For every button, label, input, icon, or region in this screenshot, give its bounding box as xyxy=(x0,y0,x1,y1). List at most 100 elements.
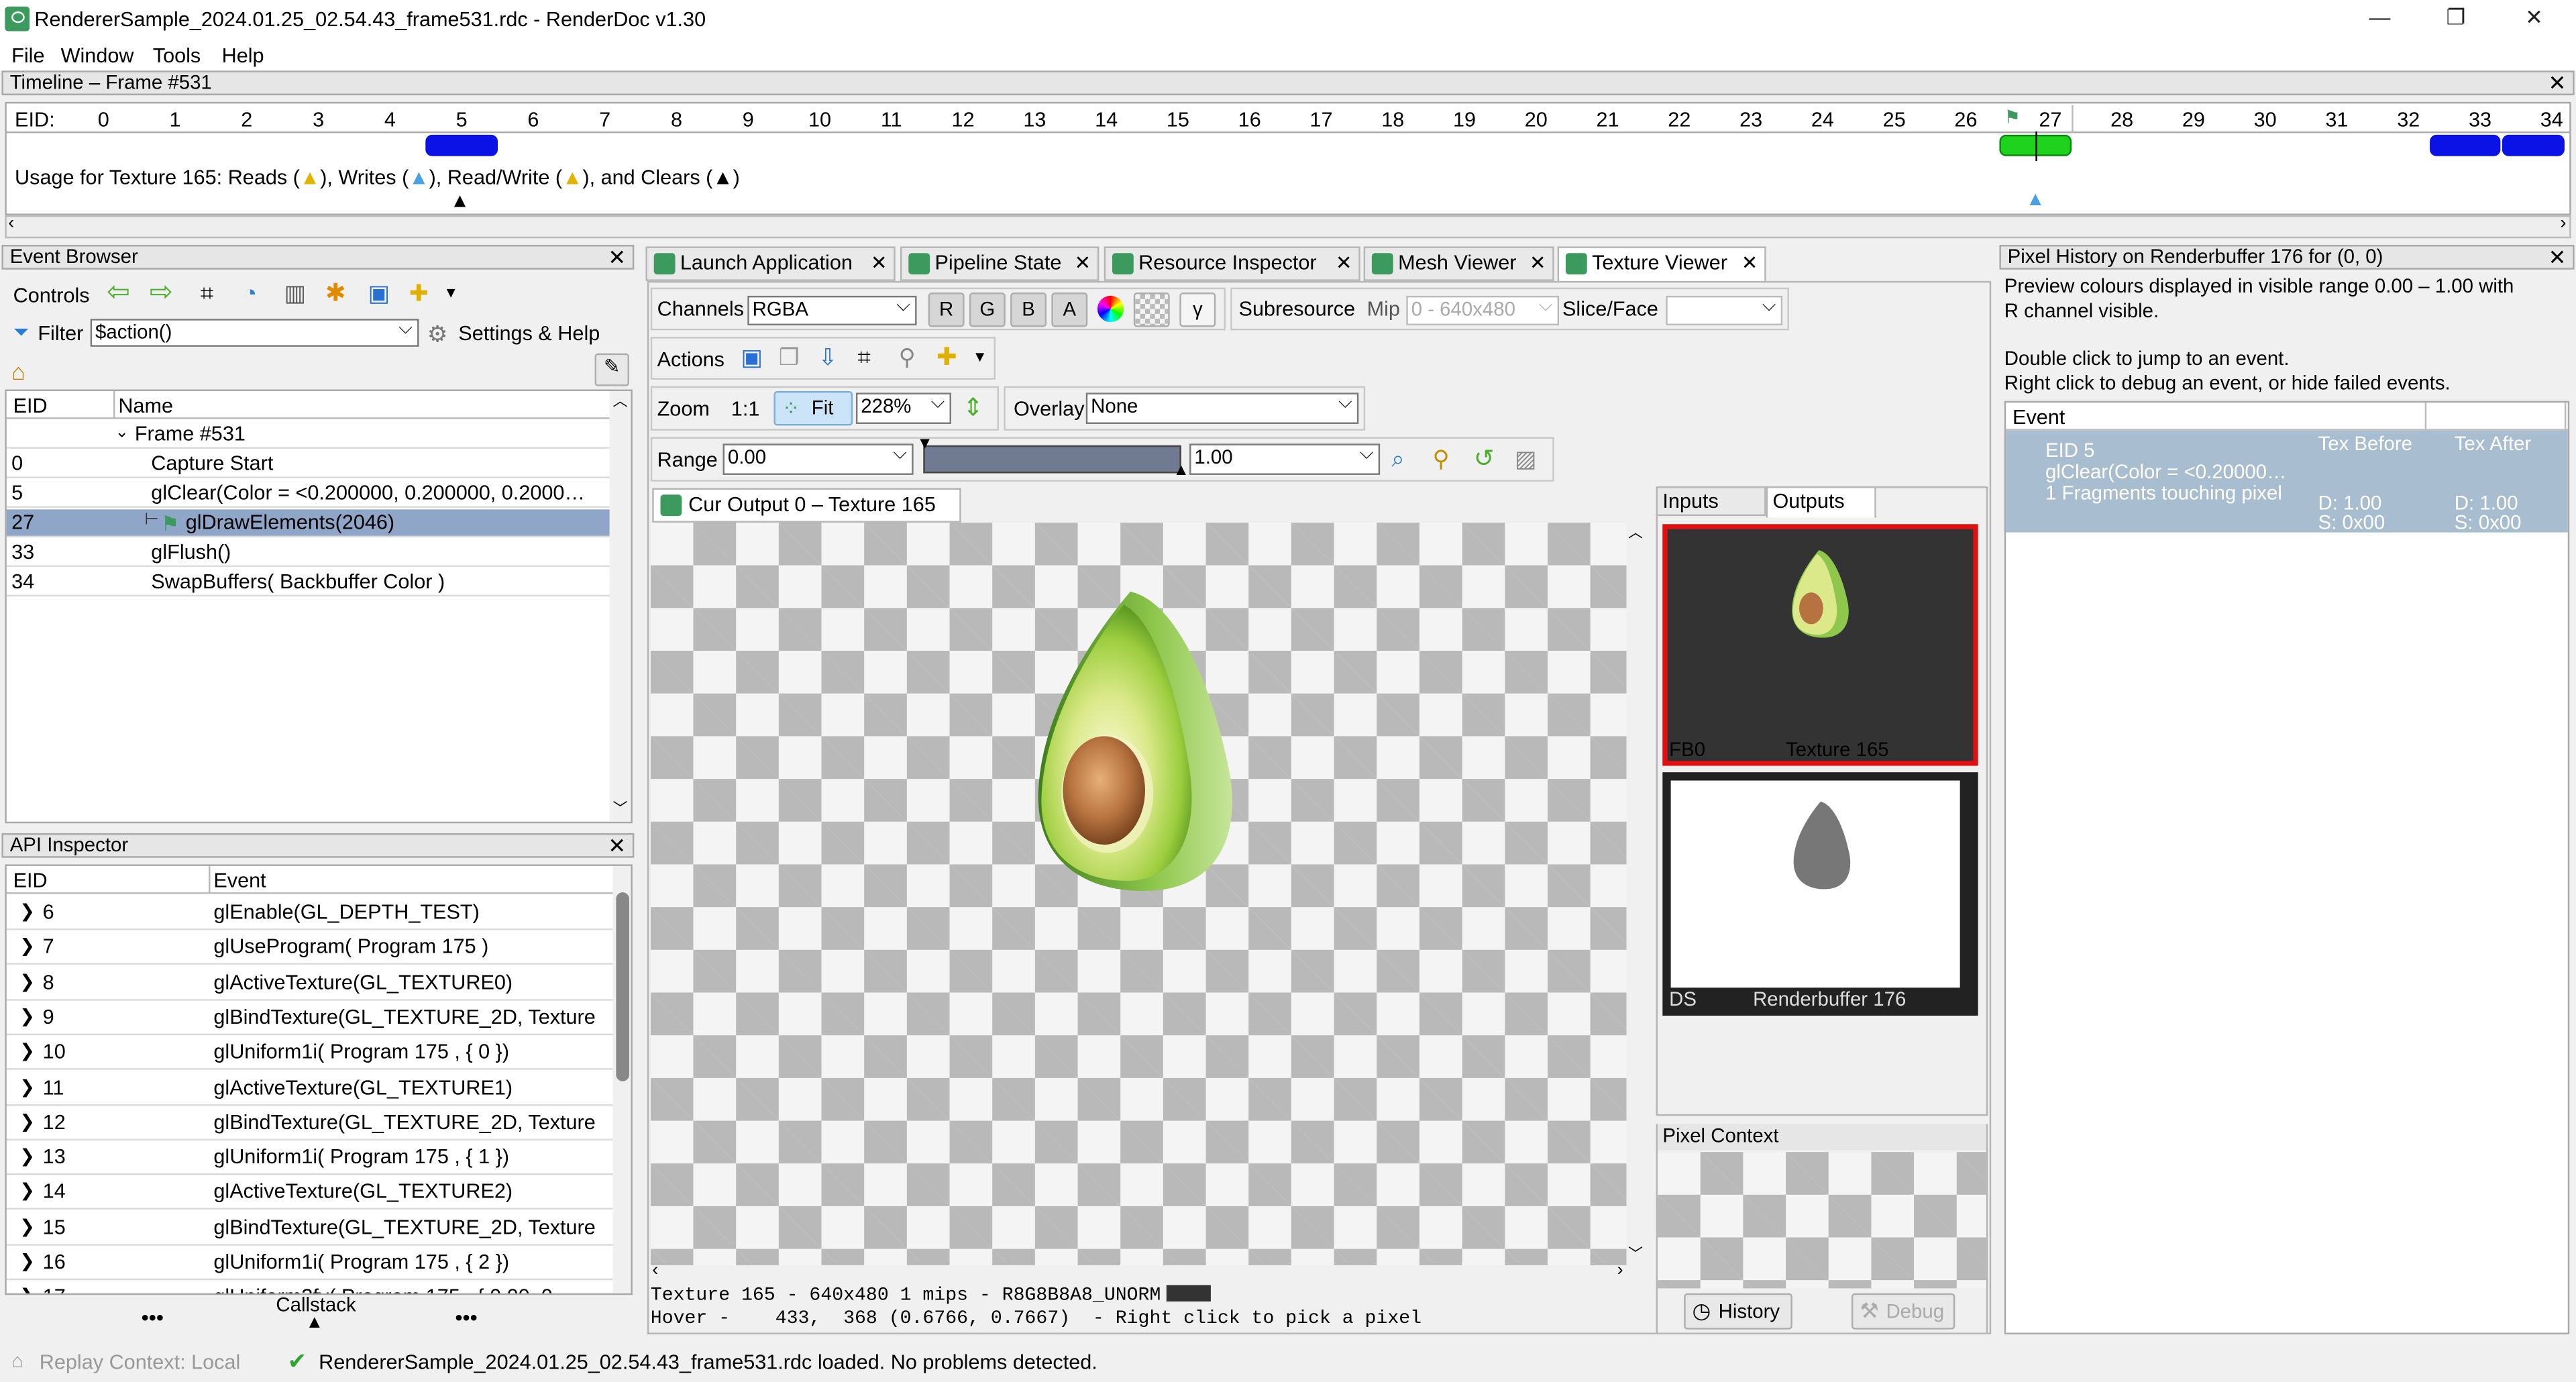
expand-chevron-icon[interactable]: ❯ xyxy=(19,1181,35,1202)
scroll-thumb[interactable] xyxy=(616,892,629,1081)
api-call-row[interactable]: ❯ 10 glUniform1i( Program 175 , { 0 }) xyxy=(6,1036,614,1071)
zoom-select[interactable]: 228% xyxy=(855,391,951,424)
channel-b-button[interactable]: B xyxy=(1010,293,1047,327)
api-call-row[interactable]: ❯ 15 glBindTexture(GL_TEXTURE_2D, Texture xyxy=(6,1211,614,1245)
zoom-range-icon[interactable]: ⌕ xyxy=(1391,445,1404,474)
expand-chevron-icon[interactable]: ⌄ xyxy=(115,424,129,442)
event-row[interactable]: 34 SwapBuffers( Backbuffer Color ) xyxy=(6,569,612,597)
more-dots-left[interactable]: ••• xyxy=(142,1305,164,1330)
col-event[interactable]: Event xyxy=(213,869,266,892)
col-eid[interactable]: EID xyxy=(13,394,48,417)
canvas-vscrollbar[interactable]: ︿ ﹀ xyxy=(1626,522,1646,1266)
timeline-event-marker[interactable] xyxy=(2502,134,2565,156)
autofit-range-icon[interactable]: ⚲ xyxy=(1433,445,1450,474)
histogram-icon[interactable]: ▨ xyxy=(1515,445,1536,474)
pixel-history-list[interactable]: Event EID 5 glClear(Color = <0.20000… 1 … xyxy=(2004,401,2570,1334)
filter-input[interactable]: $action() xyxy=(90,317,419,347)
thumbnail-ds[interactable]: DS Renderbuffer 176 xyxy=(1662,772,1978,1016)
range-min-handle[interactable]: ▼ xyxy=(917,435,933,454)
scroll-down-icon[interactable]: ﹀ xyxy=(1628,1242,1643,1264)
open-texture-icon[interactable]: ⇩ xyxy=(818,343,838,372)
api-inspector-close-icon[interactable]: ✕ xyxy=(608,835,626,856)
history-button[interactable]: ◷ History xyxy=(1684,1293,1792,1330)
timeline-scrollbar[interactable]: ‹ › xyxy=(5,213,2571,239)
event-row-selected[interactable]: 27 ⊢ ⚑ glDrawElements(2046) xyxy=(6,509,612,537)
tab-close-icon[interactable]: ✕ xyxy=(1074,248,1091,280)
col-event[interactable]: Event xyxy=(2012,406,2065,429)
expand-chevron-icon[interactable]: ❯ xyxy=(19,900,35,922)
expand-chevron-icon[interactable]: ❯ xyxy=(19,1216,35,1236)
tab-inputs[interactable]: Inputs xyxy=(1656,486,1766,517)
api-call-row[interactable]: ❯ 9 glBindTexture(GL_TEXTURE_2D, Texture xyxy=(6,1000,614,1035)
scroll-right-icon[interactable]: › xyxy=(2560,213,2566,233)
api-call-row[interactable]: ❯ 12 glBindTexture(GL_TEXTURE_2D, Texture xyxy=(6,1106,614,1140)
statistics-icon[interactable]: ▥ xyxy=(284,279,306,307)
api-call-row[interactable]: ❯ 7 glUseProgram( Program 175 ) xyxy=(6,931,614,965)
range-min-input[interactable]: 0.00 xyxy=(722,442,914,475)
home-icon[interactable]: ⌂ xyxy=(11,358,25,384)
col-eid[interactable]: EID xyxy=(13,869,48,892)
goto-location-icon[interactable]: ⌗ xyxy=(857,343,870,372)
callstack-arrow-icon[interactable]: ▲ xyxy=(306,1313,324,1332)
tab-mesh-viewer[interactable]: Mesh Viewer ✕ xyxy=(1363,246,1554,281)
expand-chevron-icon[interactable]: ❯ xyxy=(19,935,35,957)
tab-pipeline-state[interactable]: Pipeline State ✕ xyxy=(900,246,1099,281)
find-icon[interactable]: ⌗ xyxy=(201,279,213,307)
flip-y-icon[interactable]: ⇕ xyxy=(963,392,983,423)
checkerboard-toggle-button[interactable] xyxy=(1133,293,1170,327)
expand-chevron-icon[interactable]: ❯ xyxy=(19,1251,35,1272)
channel-a-button[interactable]: A xyxy=(1051,293,1088,327)
event-browser-close-icon[interactable]: ✕ xyxy=(608,246,626,268)
dropdown-arrow-icon[interactable]: ▼ xyxy=(973,348,987,364)
copy-icon[interactable]: ❐ xyxy=(779,343,800,372)
minimize-button[interactable]: — xyxy=(2369,5,2390,30)
close-button[interactable]: ✕ xyxy=(2525,5,2543,31)
edit-bookmark-button[interactable]: ✎ xyxy=(594,353,629,386)
color-picker-icon[interactable] xyxy=(1097,295,1124,323)
replay-context-label[interactable]: Replay Context: Local xyxy=(40,1350,241,1373)
event-row[interactable]: 33 glFlush() xyxy=(6,539,612,568)
api-scrollbar[interactable] xyxy=(612,865,631,1293)
tab-close-icon[interactable]: ✕ xyxy=(1529,248,1546,280)
tab-outputs[interactable]: Outputs xyxy=(1766,486,1876,518)
event-row-frame[interactable]: ⌄ Frame #531 xyxy=(6,421,612,449)
tab-close-icon[interactable]: ✕ xyxy=(1741,248,1758,280)
pixel-history-close-icon[interactable]: ✕ xyxy=(2548,246,2567,268)
settings-icon[interactable]: ⚙ xyxy=(427,321,448,349)
expand-chevron-icon[interactable]: ❯ xyxy=(19,1006,35,1026)
menu-file[interactable]: File xyxy=(11,44,44,67)
fit-button[interactable]: ⁘ Fit xyxy=(773,390,853,426)
api-call-row[interactable]: ❯ 6 glEnable(GL_DEPTH_TEST) xyxy=(6,896,614,931)
menu-help[interactable]: Help xyxy=(222,44,264,67)
col-name[interactable]: Name xyxy=(118,394,173,417)
overlay-select[interactable]: None xyxy=(1085,391,1359,424)
scroll-down-icon[interactable]: ﹀ xyxy=(612,797,627,818)
api-call-row[interactable]: ❯ 13 glUniform1i( Program 175 , { 1 }) xyxy=(6,1140,614,1175)
scroll-up-icon[interactable]: ︿ xyxy=(612,390,627,411)
tab-close-icon[interactable]: ✕ xyxy=(871,248,888,280)
more-dots-right[interactable]: ••• xyxy=(455,1305,477,1330)
scroll-left-icon[interactable]: ‹ xyxy=(652,1261,658,1280)
timeline-event-marker[interactable] xyxy=(2430,134,2501,156)
mip-select[interactable]: 0 - 640x480 xyxy=(1406,294,1560,326)
menu-window[interactable]: Window xyxy=(61,44,134,67)
debug-button[interactable]: ⚒ Debug xyxy=(1851,1293,1955,1330)
debug-wrench-icon[interactable]: ⚲ xyxy=(899,343,916,372)
expand-chevron-icon[interactable]: ❯ xyxy=(19,1285,35,1293)
api-call-list[interactable]: EID Event ❯ 6 glEnable(GL_DEPTH_TEST) ❯ 7 glU… xyxy=(5,864,633,1295)
event-tree-scrollbar[interactable]: ︿ ﹀ xyxy=(609,390,631,822)
tab-resource-inspector[interactable]: Resource Inspector ✕ xyxy=(1104,246,1360,281)
canvas-hscrollbar[interactable]: ‹ › xyxy=(650,1261,1627,1284)
tab-close-icon[interactable]: ✕ xyxy=(1336,248,1352,280)
tab-texture-viewer[interactable]: Texture Viewer ✕ xyxy=(1557,246,1766,283)
zoom-1to1-button[interactable]: 1:1 xyxy=(731,398,760,421)
api-call-row[interactable]: ❯ 8 glActiveTexture(GL_TEXTURE0) xyxy=(6,965,614,1000)
channel-r-button[interactable]: R xyxy=(928,293,965,327)
expand-chevron-icon[interactable]: ❯ xyxy=(19,1146,35,1167)
time-durations-icon[interactable]: ◔ xyxy=(243,279,257,305)
next-event-icon[interactable]: ⇨ xyxy=(150,276,173,309)
previous-event-icon[interactable]: ⇦ xyxy=(107,276,130,309)
dropdown-arrow-icon[interactable]: ▼ xyxy=(443,284,458,301)
timeline-close-icon[interactable]: ✕ xyxy=(2548,72,2567,94)
maximize-button[interactable]: ❐ xyxy=(2447,5,2466,31)
